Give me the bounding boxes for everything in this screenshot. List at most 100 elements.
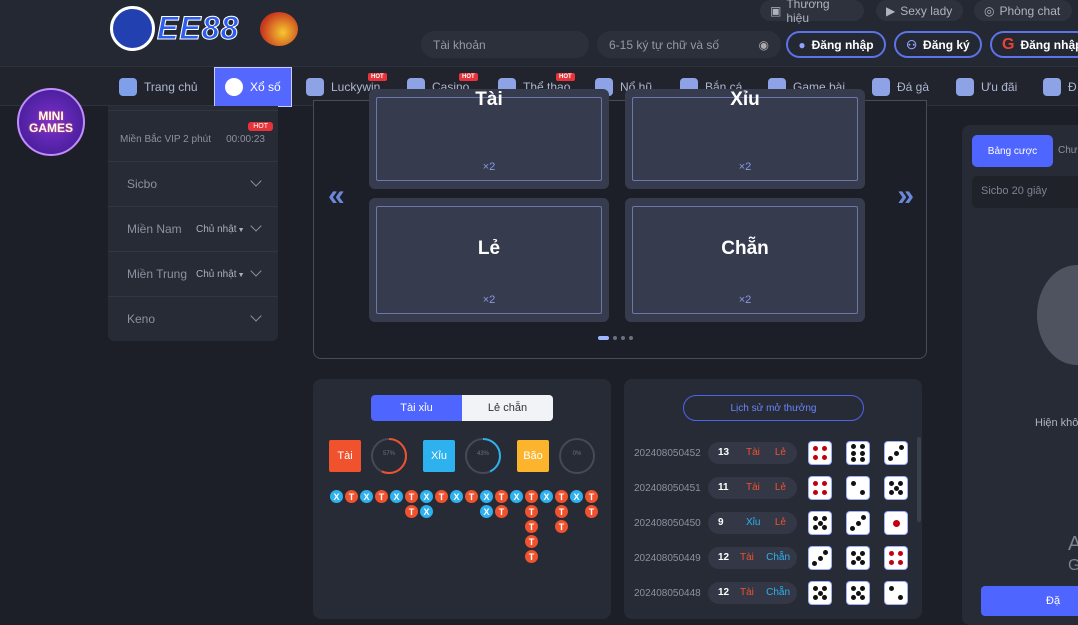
tab-bang-cuoc[interactable]: Bảng cược xyxy=(972,135,1053,167)
mini-games-logo[interactable]: MINI GAMES xyxy=(17,88,85,156)
hot-badge: HOT xyxy=(459,73,478,81)
die-pip xyxy=(860,560,866,566)
die-pip xyxy=(898,595,904,601)
caret-down-icon: ▼ xyxy=(237,226,245,234)
percent-label: 57% xyxy=(382,451,395,457)
google-icon: G xyxy=(1002,35,1015,53)
hot-badge: HOT xyxy=(248,122,273,131)
road-bead: X xyxy=(510,490,523,503)
sidebar-item-0[interactable]: Sicbo xyxy=(108,161,278,206)
bet-card-1[interactable]: Xỉu ×2 xyxy=(625,89,865,189)
nav-item-1[interactable]: Xổ số xyxy=(214,67,292,107)
die-pip xyxy=(850,550,856,556)
countdown-timer: 00:00:23 xyxy=(226,134,265,145)
history-row: 202408050449 12 Tài Chẵn xyxy=(624,547,922,571)
die-pip xyxy=(888,480,894,486)
die-2-icon xyxy=(847,477,869,499)
sidebar-item-1[interactable]: Miền Nam Chủ nhật▼ xyxy=(108,206,278,251)
die-4-icon xyxy=(885,547,907,569)
die-pip xyxy=(897,551,903,557)
die-pip xyxy=(860,585,866,591)
road-bead: X xyxy=(420,505,433,518)
password-input[interactable]: 6-15 ký tự chữ và số ◉ xyxy=(597,31,781,58)
bet-card-3[interactable]: Chẵn ×2 xyxy=(625,198,865,322)
road-bead: T xyxy=(585,490,598,503)
chat-room-link[interactable]: ◎ Phòng chat xyxy=(974,0,1072,21)
die-pip xyxy=(889,559,895,565)
die-pip xyxy=(817,555,823,561)
die-pip xyxy=(822,525,828,531)
die-pip xyxy=(861,515,866,520)
round-id: 202408050448 xyxy=(634,588,701,599)
result-pill: 13 Tài Lẻ xyxy=(708,442,797,464)
carousel-dot[interactable] xyxy=(629,336,633,340)
road-bead: X xyxy=(540,490,553,503)
brand-link[interactable]: ▣ Thương hiệu xyxy=(760,0,864,25)
nav-item-0[interactable]: Trang chủ xyxy=(119,67,198,107)
die-6-icon xyxy=(847,442,869,464)
day-dropdown[interactable]: Chủ nhật▼ xyxy=(196,269,245,280)
die-pip xyxy=(897,559,903,565)
die-pip xyxy=(823,550,828,555)
carousel-dot[interactable] xyxy=(598,336,609,340)
logo[interactable]: EE88 xyxy=(110,6,302,52)
die-pip xyxy=(821,481,827,487)
sexy-lady-link[interactable]: ▶ Sexy lady xyxy=(876,0,963,21)
username-input[interactable]: Tài khoản xyxy=(421,31,589,58)
luckywin-icon xyxy=(306,78,324,96)
die-pip xyxy=(888,585,894,591)
sidebar-item-3[interactable]: Keno xyxy=(108,296,278,341)
die-5-icon xyxy=(885,477,907,499)
die-pip xyxy=(888,456,893,461)
nav-item-9[interactable]: Ưu đãi xyxy=(956,67,1017,107)
die-pip xyxy=(899,445,904,450)
header: EE88 ▣ Thương hiệu ▶ Sexy lady ◎ Phòng chat… xyxy=(0,0,1078,66)
bet-card-2[interactable]: Lẻ ×2 xyxy=(369,198,609,322)
die-pip xyxy=(813,481,819,487)
die-pip xyxy=(812,525,818,531)
carousel-next-icon[interactable]: » xyxy=(897,179,914,213)
road-bead: T xyxy=(345,490,358,503)
day-dropdown[interactable]: Chủ nhật▼ xyxy=(196,224,245,235)
place-bet-button[interactable]: Đặ xyxy=(981,586,1078,616)
google-login-button[interactable]: G Đăng nhập xyxy=(990,31,1078,58)
die-pip xyxy=(812,561,817,566)
die-pip xyxy=(851,450,857,456)
tab-chua[interactable]: Chưa xyxy=(1058,145,1078,156)
road-bead: X xyxy=(360,490,373,503)
history-row: 202408050451 11 Tài Lẻ xyxy=(624,477,922,501)
die-pip xyxy=(859,444,865,450)
die-pip xyxy=(860,595,866,601)
die-pip xyxy=(812,585,818,591)
carousel-dot[interactable] xyxy=(613,336,617,340)
tab-tai-xiu[interactable]: Tài xỉu xyxy=(371,395,462,421)
tab-le-chan[interactable]: Lẻ chẵn xyxy=(462,395,553,421)
road-bead: T xyxy=(525,520,538,533)
eye-slash-icon[interactable]: ◉ xyxy=(759,38,769,52)
history-row: 202408050450 9 Xỉu Lẻ xyxy=(624,512,922,536)
road-bead: T xyxy=(495,490,508,503)
road-bead: T xyxy=(585,505,598,518)
die-pip xyxy=(855,520,861,526)
register-button[interactable]: ⚇ Đăng ký xyxy=(894,31,982,58)
carousel-dot[interactable] xyxy=(621,336,625,340)
road-bead: T xyxy=(555,520,568,533)
history-title-button[interactable]: Lịch sử mở thưởng xyxy=(683,395,864,421)
die-5-icon xyxy=(847,582,869,604)
road-bead: X xyxy=(450,490,463,503)
user-icon: ● xyxy=(798,37,806,52)
result-pill: 12 Tài Chẵn xyxy=(708,582,797,604)
road-bead: X xyxy=(570,490,583,503)
carousel-prev-icon[interactable]: « xyxy=(328,179,345,213)
die-pip xyxy=(889,551,895,557)
sidebar-item-mien-bac-vip[interactable]: HOT Miền Bắc VIP 2 phút 00:00:23 xyxy=(108,110,278,164)
sidebar-item-2[interactable]: Miền Trung Chủ nhật▼ xyxy=(108,251,278,296)
bet-card-0[interactable]: Tài ×2 xyxy=(369,89,609,189)
login-button[interactable]: ● Đăng nhập xyxy=(786,31,886,58)
road-bead: T xyxy=(495,505,508,518)
caret-down-icon: ▼ xyxy=(237,271,245,279)
die-1-icon xyxy=(885,512,907,534)
nav-item-10[interactable]: Đ xyxy=(1043,67,1077,107)
game-select[interactable]: Sicbo 20 giây xyxy=(972,176,1078,208)
die-4-icon xyxy=(809,442,831,464)
